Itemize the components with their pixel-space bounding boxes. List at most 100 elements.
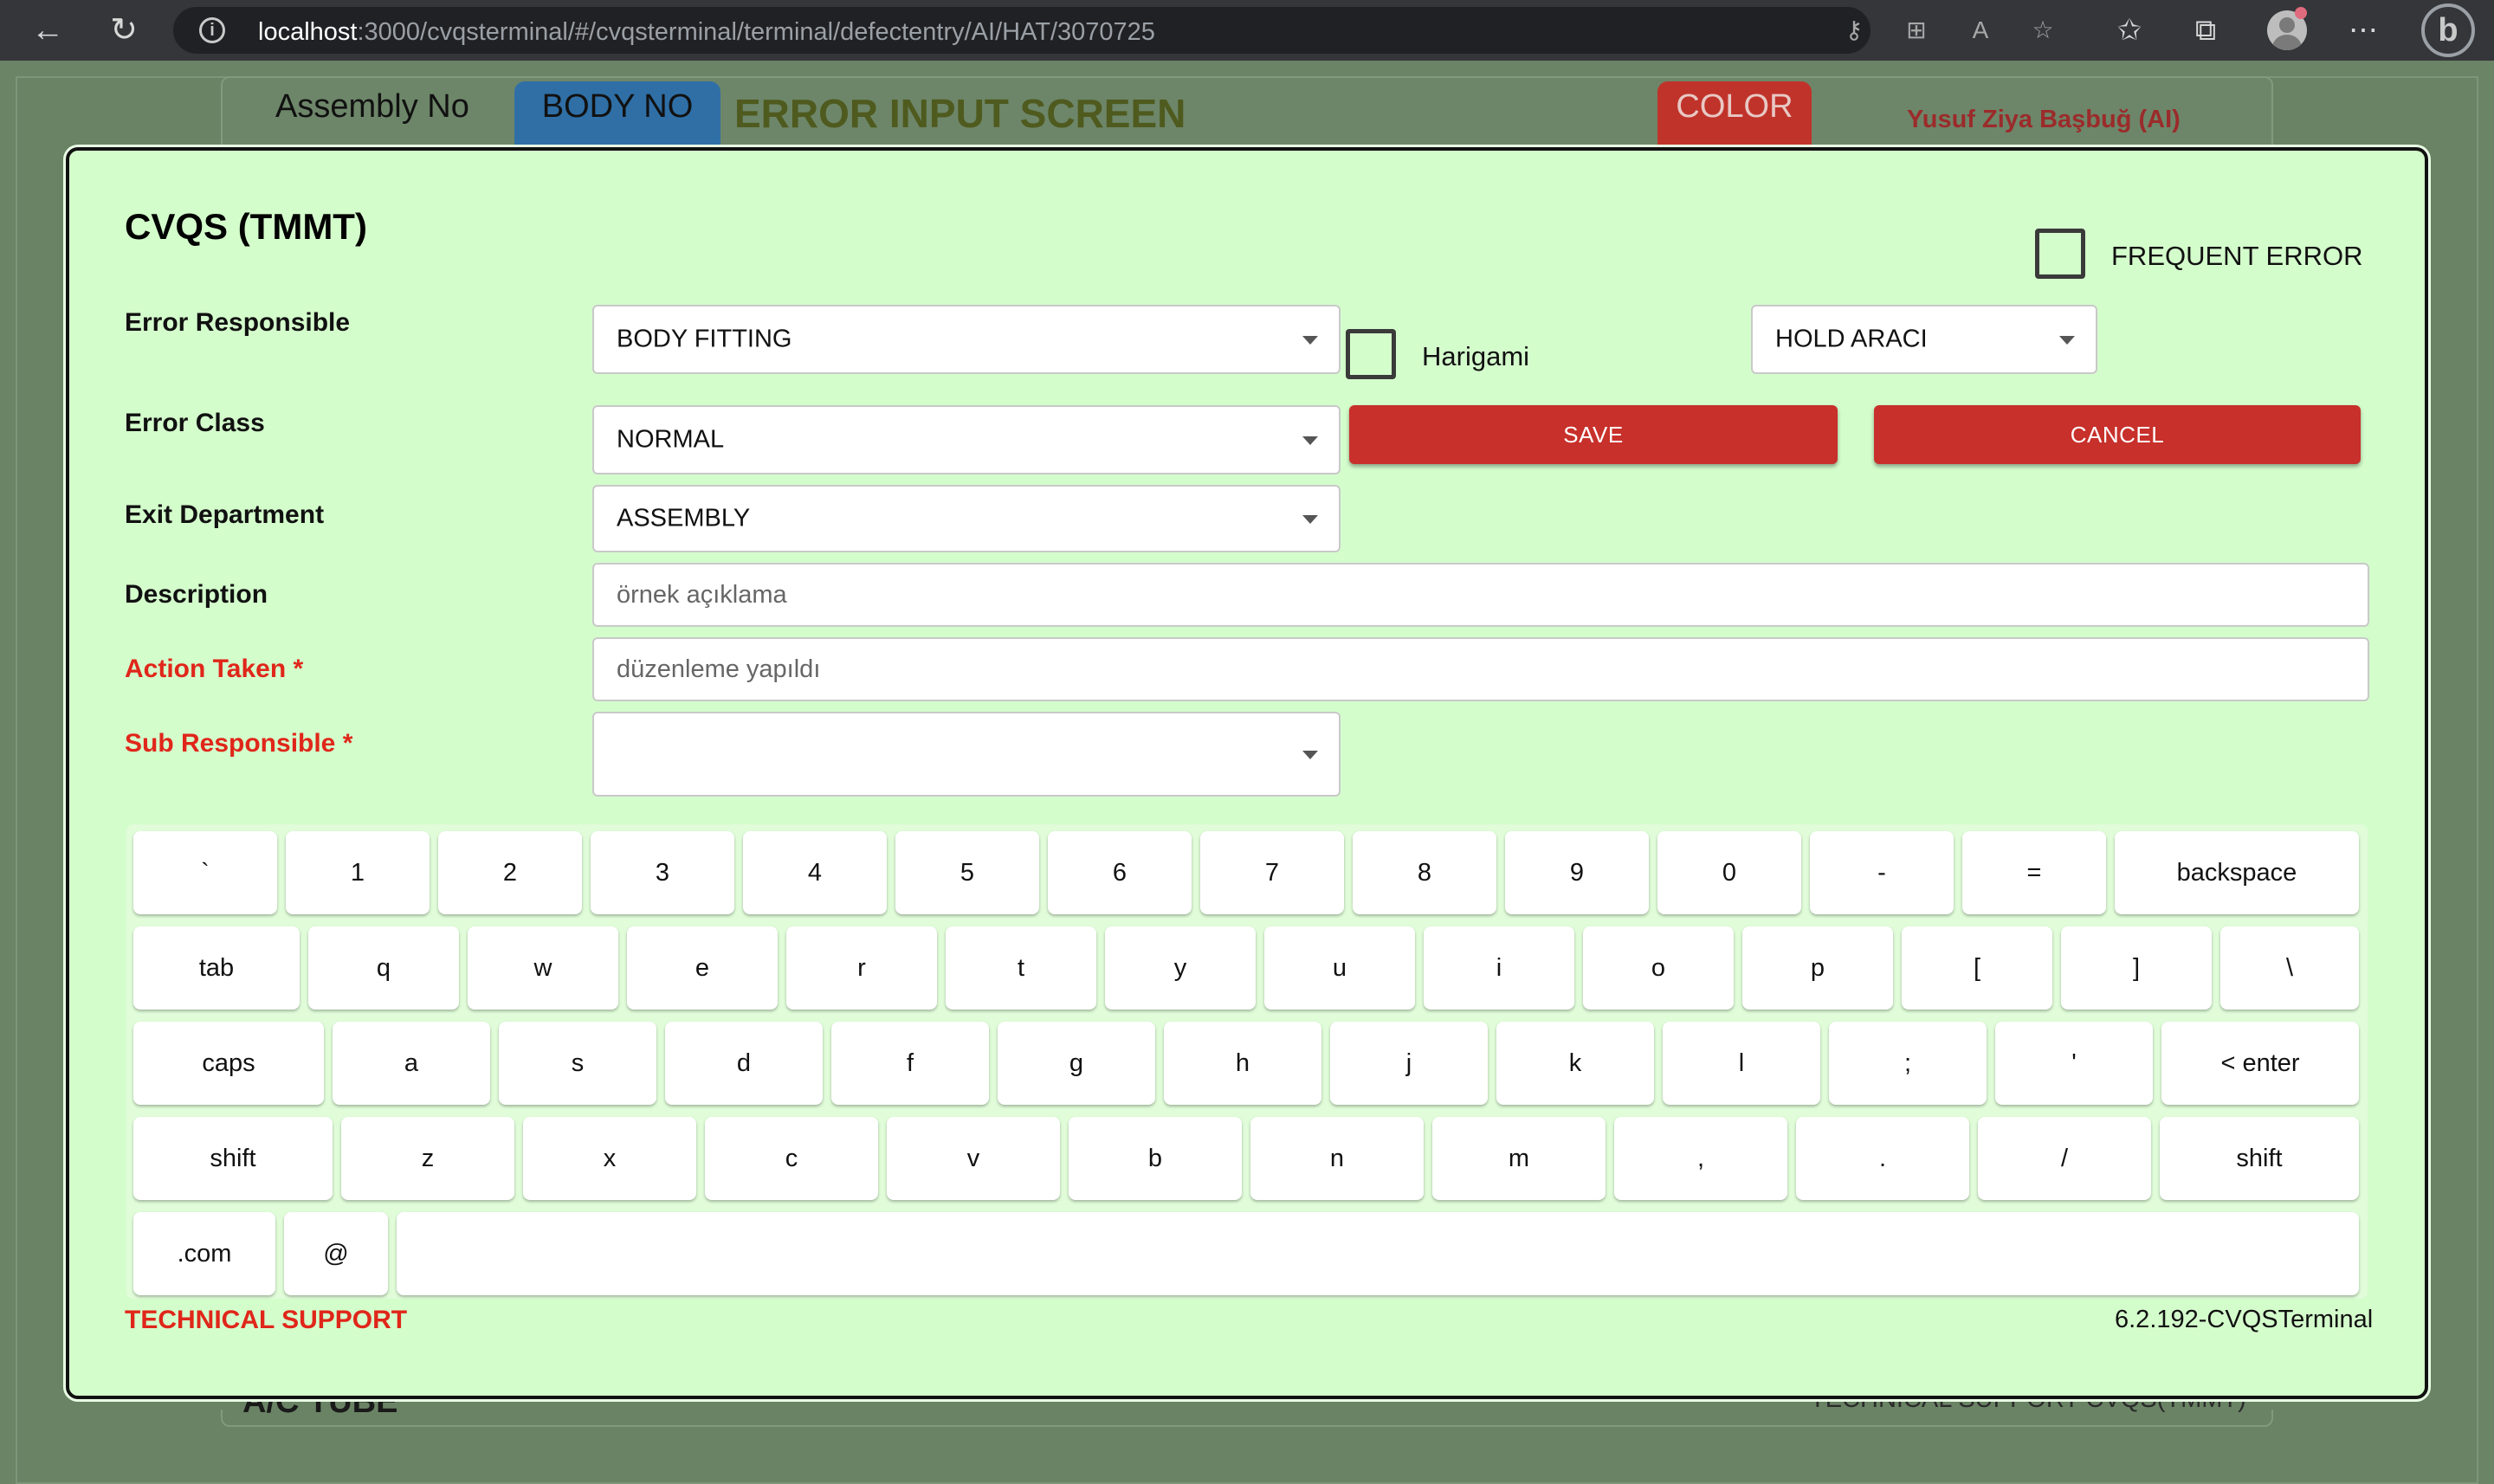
background-footer-frame [221,1410,2273,1427]
key-k[interactable]: k [1496,1022,1654,1105]
more-options-icon[interactable]: ⋯ [2343,10,2383,50]
url-text[interactable]: localhost:3000/cvqsterminal/#/cvqstermin… [258,18,1155,47]
address-bar[interactable]: i localhost:3000/cvqsterminal/#/cvqsterm… [173,7,2054,54]
key-backslash[interactable]: \ [2220,926,2359,1010]
hold-select[interactable]: HOLD ARACI [1751,305,2097,374]
key-backspace[interactable]: backspace [2115,831,2359,914]
key-shift-left[interactable]: shift [133,1117,333,1200]
chevron-down-icon [1302,515,1318,524]
key-e[interactable]: e [627,926,778,1010]
site-info-icon[interactable]: i [199,17,225,43]
key-h[interactable]: h [1164,1022,1321,1105]
key-close-bracket[interactable]: ] [2061,926,2212,1010]
frequent-error-checkbox[interactable] [2035,229,2085,279]
user-name: Yusuf Ziya Başbuğ (AI) [1907,106,2181,133]
key-t[interactable]: t [946,926,1096,1010]
harigami-checkbox[interactable] [1346,329,1396,379]
key-1[interactable]: 1 [286,831,430,914]
color-label: COLOR [1657,81,1812,156]
error-class-label: Error Class [125,409,265,437]
key-period[interactable]: . [1796,1117,1969,1200]
favorites-icon[interactable]: ✩ [2110,10,2149,50]
exit-department-label: Exit Department [125,500,325,529]
description-input[interactable] [592,563,2369,627]
key-semicolon[interactable]: ; [1829,1022,1987,1105]
key-slash[interactable]: / [1978,1117,2151,1200]
key-i[interactable]: i [1424,926,1574,1010]
apps-icon[interactable]: ⊞ [1900,14,1933,47]
error-class-select[interactable]: NORMAL [592,405,1341,474]
key-open-bracket[interactable]: [ [1902,926,2052,1010]
assembly-no-label: Assembly No [275,88,469,125]
key-6[interactable]: 6 [1048,831,1192,914]
key-8[interactable]: 8 [1353,831,1496,914]
key-o[interactable]: o [1583,926,1734,1010]
key-9[interactable]: 9 [1505,831,1649,914]
reload-icon[interactable]: ↻ [104,10,144,50]
key-v[interactable]: v [887,1117,1060,1200]
key-tab[interactable]: tab [133,926,300,1010]
frequent-error-label: FREQUENT ERROR [2111,241,2363,271]
key-a[interactable]: a [333,1022,490,1105]
key-0[interactable]: 0 [1657,831,1801,914]
technical-support-link[interactable]: TECHNICAL SUPPORT [125,1306,407,1335]
key-shift-right[interactable]: shift [2160,1117,2359,1200]
key-b[interactable]: b [1069,1117,1242,1200]
key-4[interactable]: 4 [743,831,887,914]
key-comma[interactable]: , [1614,1117,1787,1200]
action-taken-label: Action Taken * [125,655,304,683]
app-version: 6.2.192-CVQSTerminal [2115,1306,2374,1333]
harigami-label: Harigami [1422,341,1530,371]
key-minus[interactable]: - [1810,831,1954,914]
sub-responsible-select[interactable] [592,712,1341,797]
collections-icon[interactable]: ⧉ [2186,10,2226,50]
cancel-button[interactable]: CANCEL [1874,405,2361,464]
key-q[interactable]: q [308,926,459,1010]
key-n[interactable]: n [1250,1117,1424,1200]
action-taken-input[interactable] [592,637,2369,701]
exit-department-select[interactable]: ASSEMBLY [592,485,1341,552]
key-r[interactable]: r [786,926,937,1010]
key-backtick[interactable]: ` [133,831,277,914]
browser-toolbar: ← ↻ i localhost:3000/cvqsterminal/#/cvqs… [0,0,2494,61]
key-x[interactable]: x [523,1117,696,1200]
key-5[interactable]: 5 [895,831,1039,914]
save-button[interactable]: SAVE [1349,405,1838,464]
key-u[interactable]: u [1264,926,1415,1010]
key-3[interactable]: 3 [591,831,734,914]
key-space[interactable] [397,1212,2359,1295]
key-f[interactable]: f [831,1022,989,1105]
key-quote[interactable]: ' [1995,1022,2153,1105]
error-responsible-select[interactable]: BODY FITTING [592,305,1341,374]
key-equals[interactable]: = [1962,831,2106,914]
add-favorite-icon[interactable]: ☆ [2026,14,2059,47]
key-g[interactable]: g [998,1022,1155,1105]
key-l[interactable]: l [1663,1022,1820,1105]
key-7[interactable]: 7 [1200,831,1344,914]
key-j[interactable]: j [1330,1022,1488,1105]
key-d[interactable]: d [665,1022,823,1105]
hold-value: HOLD ARACI [1775,325,1928,353]
virtual-keyboard: ` 1 2 3 4 5 6 7 8 9 0 - = backspace tab … [126,824,2368,1299]
body-no-label: BODY NO [514,81,720,156]
dialog-title: CVQS (TMMT) [125,206,367,247]
key-z[interactable]: z [341,1117,514,1200]
read-aloud-icon[interactable]: A [1964,14,1997,47]
error-responsible-label: Error Responsible [125,308,351,337]
key-w[interactable]: w [468,926,618,1010]
key-y[interactable]: y [1105,926,1256,1010]
key-at[interactable]: @ [284,1212,388,1295]
key-enter[interactable]: < enter [2161,1022,2359,1105]
key-m[interactable]: m [1432,1117,1606,1200]
key-s[interactable]: s [499,1022,656,1105]
key-2[interactable]: 2 [438,831,582,914]
error-input-screen-title: ERROR INPUT SCREEN [734,91,1186,136]
bing-copilot-icon[interactable]: b [2421,3,2475,57]
key-caps[interactable]: caps [133,1022,324,1105]
key-p[interactable]: p [1742,926,1893,1010]
key-c[interactable]: c [705,1117,878,1200]
key-icon[interactable]: ⚷ [1838,14,1870,47]
notification-dot [2295,7,2307,19]
key-dotcom[interactable]: .com [133,1212,275,1295]
back-arrow-icon[interactable]: ← [28,10,68,50]
